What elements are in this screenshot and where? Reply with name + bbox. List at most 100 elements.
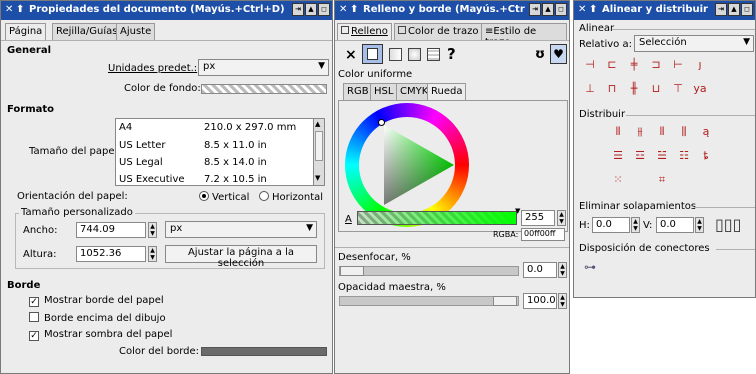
distribute-baseline-v-icon[interactable]: ȶ — [698, 148, 714, 164]
align-left-icon[interactable]: ⊏ — [604, 57, 620, 73]
opacity-input[interactable]: 100.0 — [523, 293, 557, 309]
units-select[interactable]: px ▼ — [198, 59, 329, 76]
close-icon[interactable]: ✕ — [5, 4, 13, 15]
tab-color-trazo[interactable]: Color de trazo — [394, 23, 483, 40]
distribute-gaps-h-icon[interactable]: ⫼ — [676, 124, 692, 140]
color-triangle[interactable] — [359, 117, 455, 213]
width-input[interactable]: 744.09 — [76, 222, 146, 238]
no-paint-icon[interactable]: × — [345, 47, 357, 63]
dock-icon[interactable]: ⇥ — [529, 3, 541, 16]
fill-rule-nonzero-icon[interactable]: ♥ — [550, 44, 567, 64]
tab-hsl[interactable]: HSL — [370, 83, 398, 100]
show-shadow-checkbox[interactable]: ✓ Mostrar sombra del papel — [29, 329, 172, 341]
align-center-h-icon[interactable]: ╪ — [626, 57, 642, 73]
dock-icon[interactable]: ⇥ — [715, 3, 727, 16]
show-border-checkbox[interactable]: ✓ Mostrar borde del papel — [29, 295, 164, 307]
align-bottom-icon[interactable]: ⊔ — [648, 81, 664, 97]
tab-rueda[interactable]: Rueda — [427, 83, 467, 101]
blur-spinner[interactable]: ▲ ▼ — [558, 262, 567, 278]
connector-layout-icon[interactable]: ⊶ — [584, 260, 596, 274]
tab-pagina[interactable]: Página — [5, 23, 47, 41]
align-top-edges-icon[interactable]: ⊤ — [670, 81, 686, 97]
tab-relleno[interactable]: Relleno — [337, 23, 392, 41]
v-input[interactable]: 0.0 — [656, 217, 694, 233]
fill-rule-evenodd-icon[interactable]: ʊ — [535, 47, 545, 62]
h-spinner[interactable]: ▲ ▼ — [631, 217, 640, 233]
maximize-icon[interactable]: ▲ — [305, 3, 317, 16]
tab-ajuste[interactable]: Ajuste — [116, 23, 156, 40]
size-unit-select[interactable]: px ▼ — [165, 221, 317, 238]
scroll-up-icon[interactable]: ▲ — [315, 120, 320, 128]
radial-gradient-icon[interactable] — [408, 48, 421, 61]
color-wheel[interactable] — [345, 103, 469, 227]
dock-icon[interactable]: ⇥ — [292, 3, 304, 16]
align-left-edges-icon[interactable]: ⊣ — [582, 57, 598, 73]
v-spinner[interactable]: ▲ ▼ — [695, 217, 704, 233]
align-baseline-h-icon[interactable]: ȷ — [692, 57, 708, 73]
bg-color-swatch[interactable] — [201, 84, 327, 94]
align-top-icon[interactable]: ⊓ — [604, 81, 620, 97]
opacity-slider[interactable] — [339, 296, 519, 306]
distribute-top-icon[interactable]: ☰ — [610, 148, 626, 164]
restore-icon[interactable]: ◻ — [555, 3, 567, 16]
orientation-vertical-radio[interactable]: Vertical — [199, 191, 249, 203]
align-baseline-v-icon[interactable]: ya — [692, 81, 708, 97]
distribute-center-v-icon[interactable]: ☲ — [632, 148, 648, 164]
border-color-swatch[interactable] — [201, 347, 327, 356]
tab-rgb[interactable]: RGB — [343, 83, 373, 100]
distribute-left-icon[interactable]: ⫴ — [610, 124, 626, 140]
blur-input[interactable]: 0.0 — [523, 262, 557, 278]
pin-icon[interactable]: ⬆ — [350, 4, 358, 15]
border-on-top-checkbox[interactable]: Borde encima del dibujo — [29, 312, 166, 324]
alpha-slider[interactable] — [357, 211, 517, 225]
rgba-input[interactable]: 00ff00ff — [521, 228, 565, 241]
close-icon[interactable]: ✕ — [339, 4, 347, 15]
alpha-slider-marker[interactable]: ▼ — [515, 207, 520, 215]
tab-estilo-trazo[interactable]: ≡Estilo de trazo — [481, 23, 567, 40]
scroll-down-icon[interactable]: ▼ — [315, 174, 320, 182]
list-item[interactable]: US Legal — [119, 157, 163, 168]
blur-slider[interactable] — [339, 266, 519, 276]
height-input[interactable]: 1052.36 — [76, 246, 146, 262]
distribute-bottom-icon[interactable]: ☱ — [654, 148, 670, 164]
list-item[interactable]: US Letter — [119, 140, 166, 151]
opacity-slider-thumb[interactable] — [493, 296, 517, 306]
triangle-selector-icon[interactable] — [378, 119, 385, 126]
pin-icon[interactable]: ⬆ — [589, 4, 597, 15]
flat-color-icon[interactable] — [362, 44, 383, 64]
list-item[interactable]: A4 — [119, 122, 132, 133]
distribute-gaps-v-icon[interactable]: ☷ — [676, 148, 692, 164]
distribute-center-h-icon[interactable]: ⫵ — [632, 124, 648, 140]
align-right-icon[interactable]: ⊐ — [648, 57, 664, 73]
pin-icon[interactable]: ⬆ — [16, 4, 24, 15]
align-distribute-titlebar[interactable]: ✕ ⬆ Alinear y distribuir (Mayús.+Ctrl+A)… — [574, 1, 755, 20]
opacity-spinner[interactable]: ▲ ▼ — [558, 293, 567, 309]
pattern-icon[interactable] — [427, 48, 440, 61]
paper-size-list[interactable]: A4 210.0 x 297.0 mm US Letter 8.5 x 11.0… — [115, 118, 325, 186]
orientation-horizontal-radio[interactable]: Horizontal — [259, 191, 323, 203]
restore-icon[interactable]: ◻ — [318, 3, 330, 16]
restore-icon[interactable]: ◻ — [741, 3, 753, 16]
height-spinner[interactable]: ▲ ▼ — [148, 246, 157, 262]
alpha-spinner[interactable]: ▲ ▼ — [557, 210, 566, 226]
remove-overlaps-icon[interactable]: ▯▯▯ — [715, 215, 741, 234]
align-bottom-edges-icon[interactable]: ⊥ — [582, 81, 598, 97]
maximize-icon[interactable]: ▲ — [728, 3, 740, 16]
unclump-icon[interactable]: ⌗ — [654, 172, 670, 188]
fit-page-button[interactable]: Ajustar la página a la selección — [165, 245, 317, 269]
close-icon[interactable]: ✕ — [578, 4, 586, 15]
distribute-right-icon[interactable]: ⫴ — [654, 124, 670, 140]
h-input[interactable]: 0.0 — [592, 217, 630, 233]
width-spinner[interactable]: ▲ ▼ — [148, 222, 157, 238]
align-center-v-icon[interactable]: ╫ — [626, 81, 642, 97]
tab-rejilla[interactable]: Rejilla/Guías — [52, 23, 122, 40]
alpha-input[interactable]: 255 — [521, 210, 555, 226]
relative-to-select[interactable]: Selección ▼ — [634, 35, 754, 52]
blur-slider-thumb[interactable] — [340, 266, 364, 276]
unset-paint-icon[interactable]: ? — [447, 45, 456, 63]
linear-gradient-icon[interactable] — [389, 48, 402, 61]
distribute-baseline-h-icon[interactable]: ą — [698, 124, 714, 140]
align-right-edges-icon[interactable]: ⊢ — [670, 57, 686, 73]
maximize-icon[interactable]: ▲ — [542, 3, 554, 16]
randomize-icon[interactable]: ⁙ — [610, 172, 626, 188]
